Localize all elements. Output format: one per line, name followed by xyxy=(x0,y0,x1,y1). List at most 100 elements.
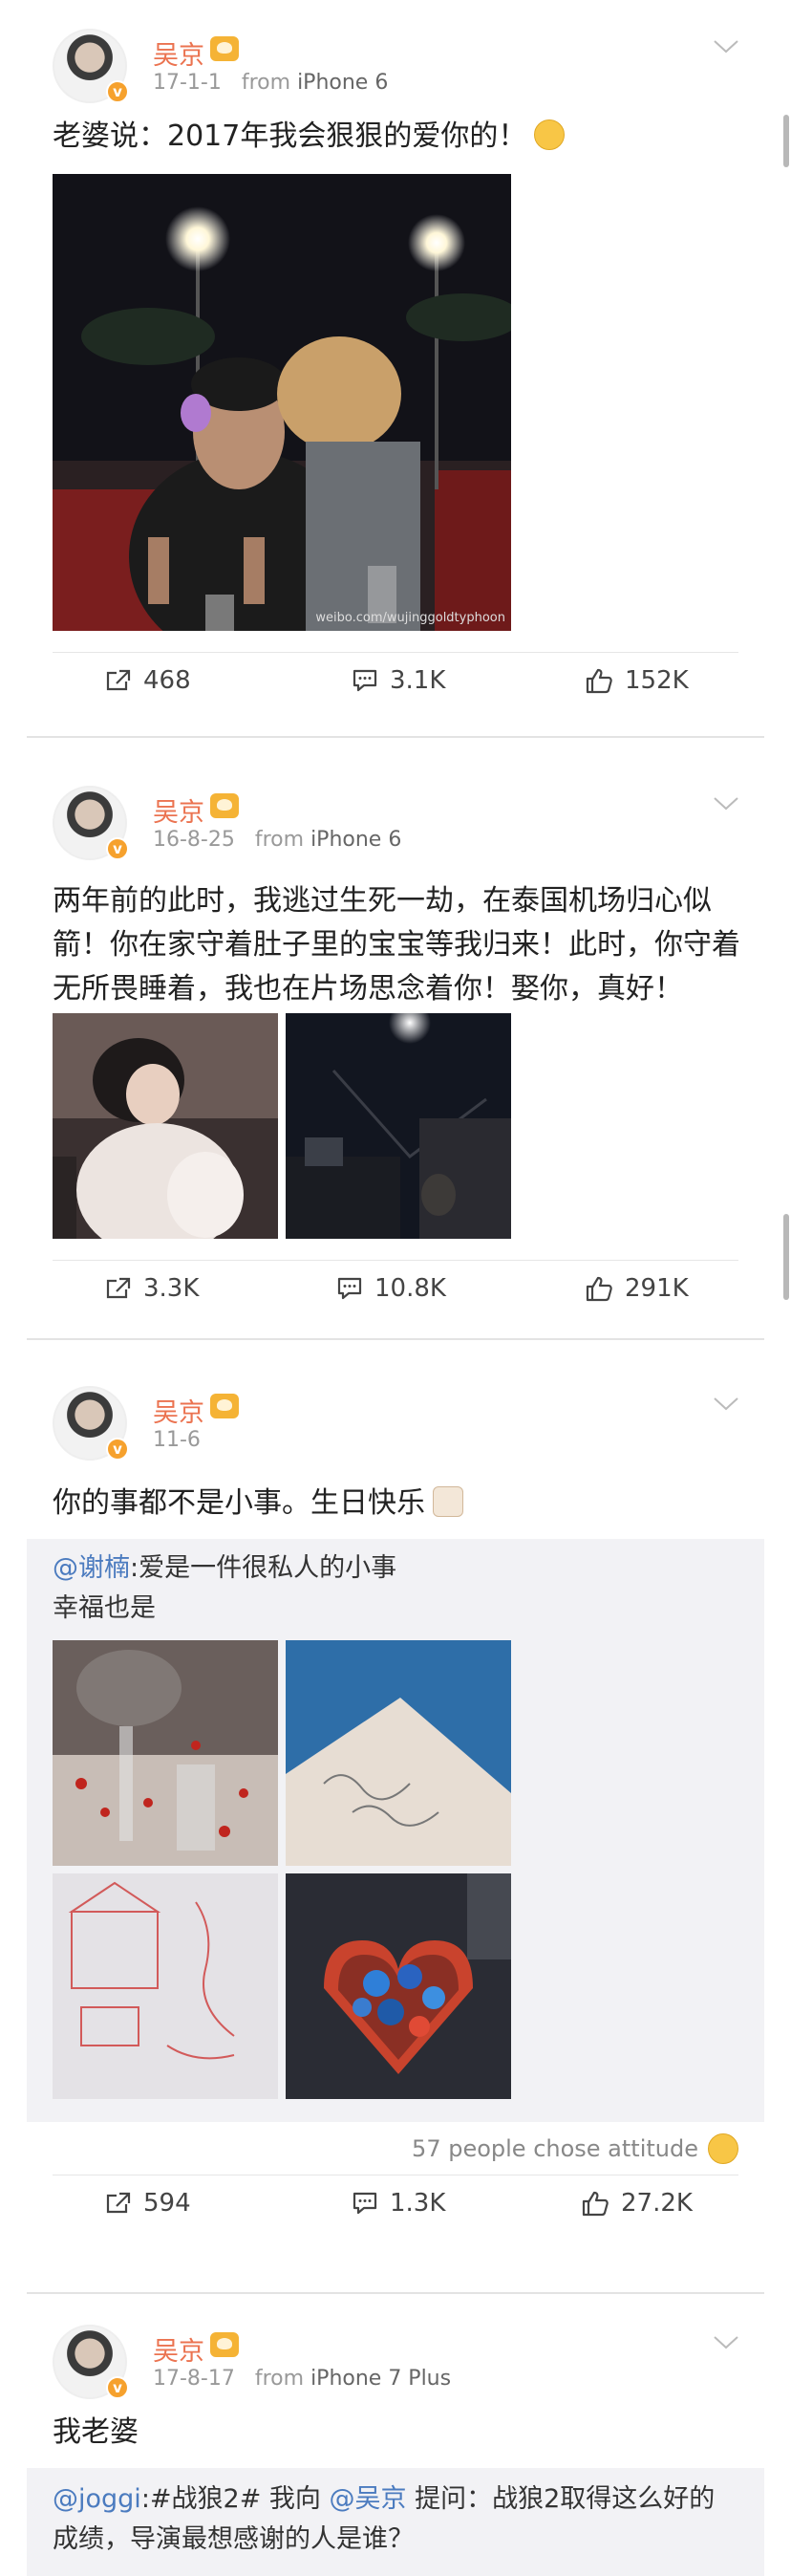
post-text: 你的事都不是小事。生日快乐 xyxy=(53,1482,740,1526)
scrollbar-thumb[interactable] xyxy=(783,115,789,167)
repost-photo-3[interactable] xyxy=(53,1873,278,2099)
chevron-down-icon[interactable] xyxy=(714,40,738,54)
avatar[interactable]: v xyxy=(53,2325,129,2399)
from-label: from xyxy=(241,71,291,95)
repost-text: @谢楠:爱是一件很私人的小事 幸福也是 xyxy=(53,1548,740,1629)
post-text: 老婆说：2017年我会狠狠的爱你的！ xyxy=(53,115,740,159)
post-date: 17-8-17 xyxy=(153,2367,235,2391)
chevron-down-icon[interactable] xyxy=(714,797,738,811)
avatar[interactable]: v xyxy=(53,786,129,860)
repost-text-part1: :#战狼2# 我向 xyxy=(140,2484,330,2514)
repost-text-line2: 成绩，导演最想感谢的人是谁？ xyxy=(53,2524,414,2554)
image-watermark: weibo.com/wujinggoldtyphoon xyxy=(315,611,505,625)
repost-icon xyxy=(106,669,131,691)
repost-author-mention[interactable]: @谢楠 xyxy=(53,1553,130,1583)
post-source: iPhone 7 Plus xyxy=(310,2367,452,2391)
post-photo[interactable]: weibo.com/wujinggoldtyphoon xyxy=(53,174,511,631)
post-2: v 吴京 16-8-25 from iPhone 6 两年前的此时，我逃过生死一… xyxy=(0,755,791,1329)
post-photo-2[interactable] xyxy=(286,1013,511,1239)
comment-icon xyxy=(353,2192,377,2215)
post-text-content: 老婆说：2017年我会狠狠的爱你的！ xyxy=(53,119,527,153)
comment-count: 1.3K xyxy=(390,2189,446,2218)
repost-photo-4[interactable] xyxy=(286,1873,511,2099)
like-button[interactable]: 152K xyxy=(585,657,689,704)
thumbs-up-icon xyxy=(586,1276,612,1302)
repost-text-part2: 提问：战狼2取得这么好的 xyxy=(406,2484,716,2514)
attitude-summary[interactable]: 57 people chose attitude xyxy=(412,2133,738,2164)
repost-button[interactable]: 468 xyxy=(105,657,191,704)
post-meta: 17-1-1 from iPhone 6 xyxy=(153,71,388,95)
post-meta: 11-6 xyxy=(153,1428,201,1452)
repost-photo-2[interactable] xyxy=(286,1640,511,1866)
divider xyxy=(53,2175,738,2176)
post-separator xyxy=(27,1338,764,1340)
verified-badge-icon: v xyxy=(106,1438,129,1461)
surprised-face-icon xyxy=(534,119,566,150)
member-crown-icon xyxy=(210,1394,239,1418)
like-count: 291K xyxy=(625,1274,689,1303)
thumbs-up-icon xyxy=(582,2191,609,2217)
post-date: 17-1-1 xyxy=(153,71,222,95)
repost-text-content: :爱是一件很私人的小事 xyxy=(130,1553,397,1583)
from-label: from xyxy=(254,2367,305,2391)
attitude-text: 57 people chose attitude xyxy=(412,2135,698,2162)
laughing-face-icon xyxy=(708,2133,738,2164)
member-crown-icon xyxy=(210,793,239,818)
verified-badge-icon: v xyxy=(106,2376,129,2399)
repost-count: 3.3K xyxy=(143,1274,200,1303)
comment-icon xyxy=(353,669,377,692)
post-1: v 吴京 17-1-1 from iPhone 6 老婆说：2017年我会狠狠的… xyxy=(0,0,791,707)
post-date: 16-8-25 xyxy=(153,828,235,852)
like-count: 27.2K xyxy=(621,2189,693,2218)
member-crown-icon xyxy=(210,2332,239,2357)
chevron-down-icon[interactable] xyxy=(714,2336,738,2349)
post-text-content: 你的事都不是小事。生日快乐 xyxy=(53,1486,425,1520)
comment-icon xyxy=(337,1277,362,1300)
post-4: v 吴京 17-8-17 from iPhone 7 Plus 我老婆 @jog… xyxy=(0,2304,791,2576)
repost-icon xyxy=(106,2192,131,2214)
repost-count: 468 xyxy=(143,666,191,695)
repost-text-line2: 幸福也是 xyxy=(53,1593,156,1623)
repost-count: 594 xyxy=(143,2189,191,2218)
scrollbar-thumb[interactable] xyxy=(783,1214,789,1300)
repost-photo-1[interactable] xyxy=(53,1640,278,1866)
chevron-down-icon[interactable] xyxy=(714,1397,738,1411)
action-bar: 468 3.1K 152K xyxy=(0,657,791,704)
avatar[interactable]: v xyxy=(53,1386,129,1461)
username[interactable]: 吴京 xyxy=(153,791,204,829)
from-label: from xyxy=(254,828,305,852)
thumbs-up-icon xyxy=(586,668,612,694)
post-meta: 16-8-25 from iPhone 6 xyxy=(153,828,401,852)
repost-button[interactable]: 594 xyxy=(105,2179,191,2227)
comment-count: 3.1K xyxy=(390,666,446,695)
post-text: 两年前的此时，我逃过生死一劫，在泰国机场归心似箭！你在家守着肚子里的宝宝等我归来… xyxy=(53,884,740,1006)
like-button[interactable]: 27.2K xyxy=(581,2179,693,2227)
repost-mention-2[interactable]: @吴京 xyxy=(330,2484,407,2514)
comment-button[interactable]: 3.1K xyxy=(352,657,445,704)
repost-text: @joggi:#战狼2# 我向 @吴京 提问：战狼2取得这么好的 成绩，导演最想… xyxy=(53,2479,740,2560)
post-separator xyxy=(27,736,764,738)
comment-button[interactable]: 1.3K xyxy=(352,2179,445,2227)
username[interactable]: 吴京 xyxy=(153,2330,204,2368)
verified-badge-icon: v xyxy=(106,80,129,103)
post-text: 我老婆 xyxy=(53,2415,139,2449)
action-bar: 594 1.3K 27.2K xyxy=(0,2179,791,2227)
post-date: 11-6 xyxy=(153,1428,201,1452)
repost-author-mention[interactable]: @joggi xyxy=(53,2484,141,2514)
username[interactable]: 吴京 xyxy=(153,34,204,72)
post-meta: 17-8-17 from iPhone 7 Plus xyxy=(153,2367,451,2391)
verified-badge-icon: v xyxy=(106,837,129,860)
like-count: 152K xyxy=(625,666,689,695)
comment-count: 10.8K xyxy=(374,1274,446,1303)
divider xyxy=(53,1260,738,1261)
username[interactable]: 吴京 xyxy=(153,1392,204,1429)
action-bar: 3.3K 10.8K 291K xyxy=(0,1265,791,1312)
repost-button[interactable]: 3.3K xyxy=(105,1265,199,1312)
post-photo-1[interactable] xyxy=(53,1013,278,1239)
like-button[interactable]: 291K xyxy=(585,1265,689,1312)
post-separator xyxy=(27,2292,764,2294)
comment-button[interactable]: 10.8K xyxy=(336,1265,446,1312)
divider xyxy=(53,652,738,653)
repost-icon xyxy=(106,1277,131,1299)
avatar[interactable]: v xyxy=(53,29,129,103)
